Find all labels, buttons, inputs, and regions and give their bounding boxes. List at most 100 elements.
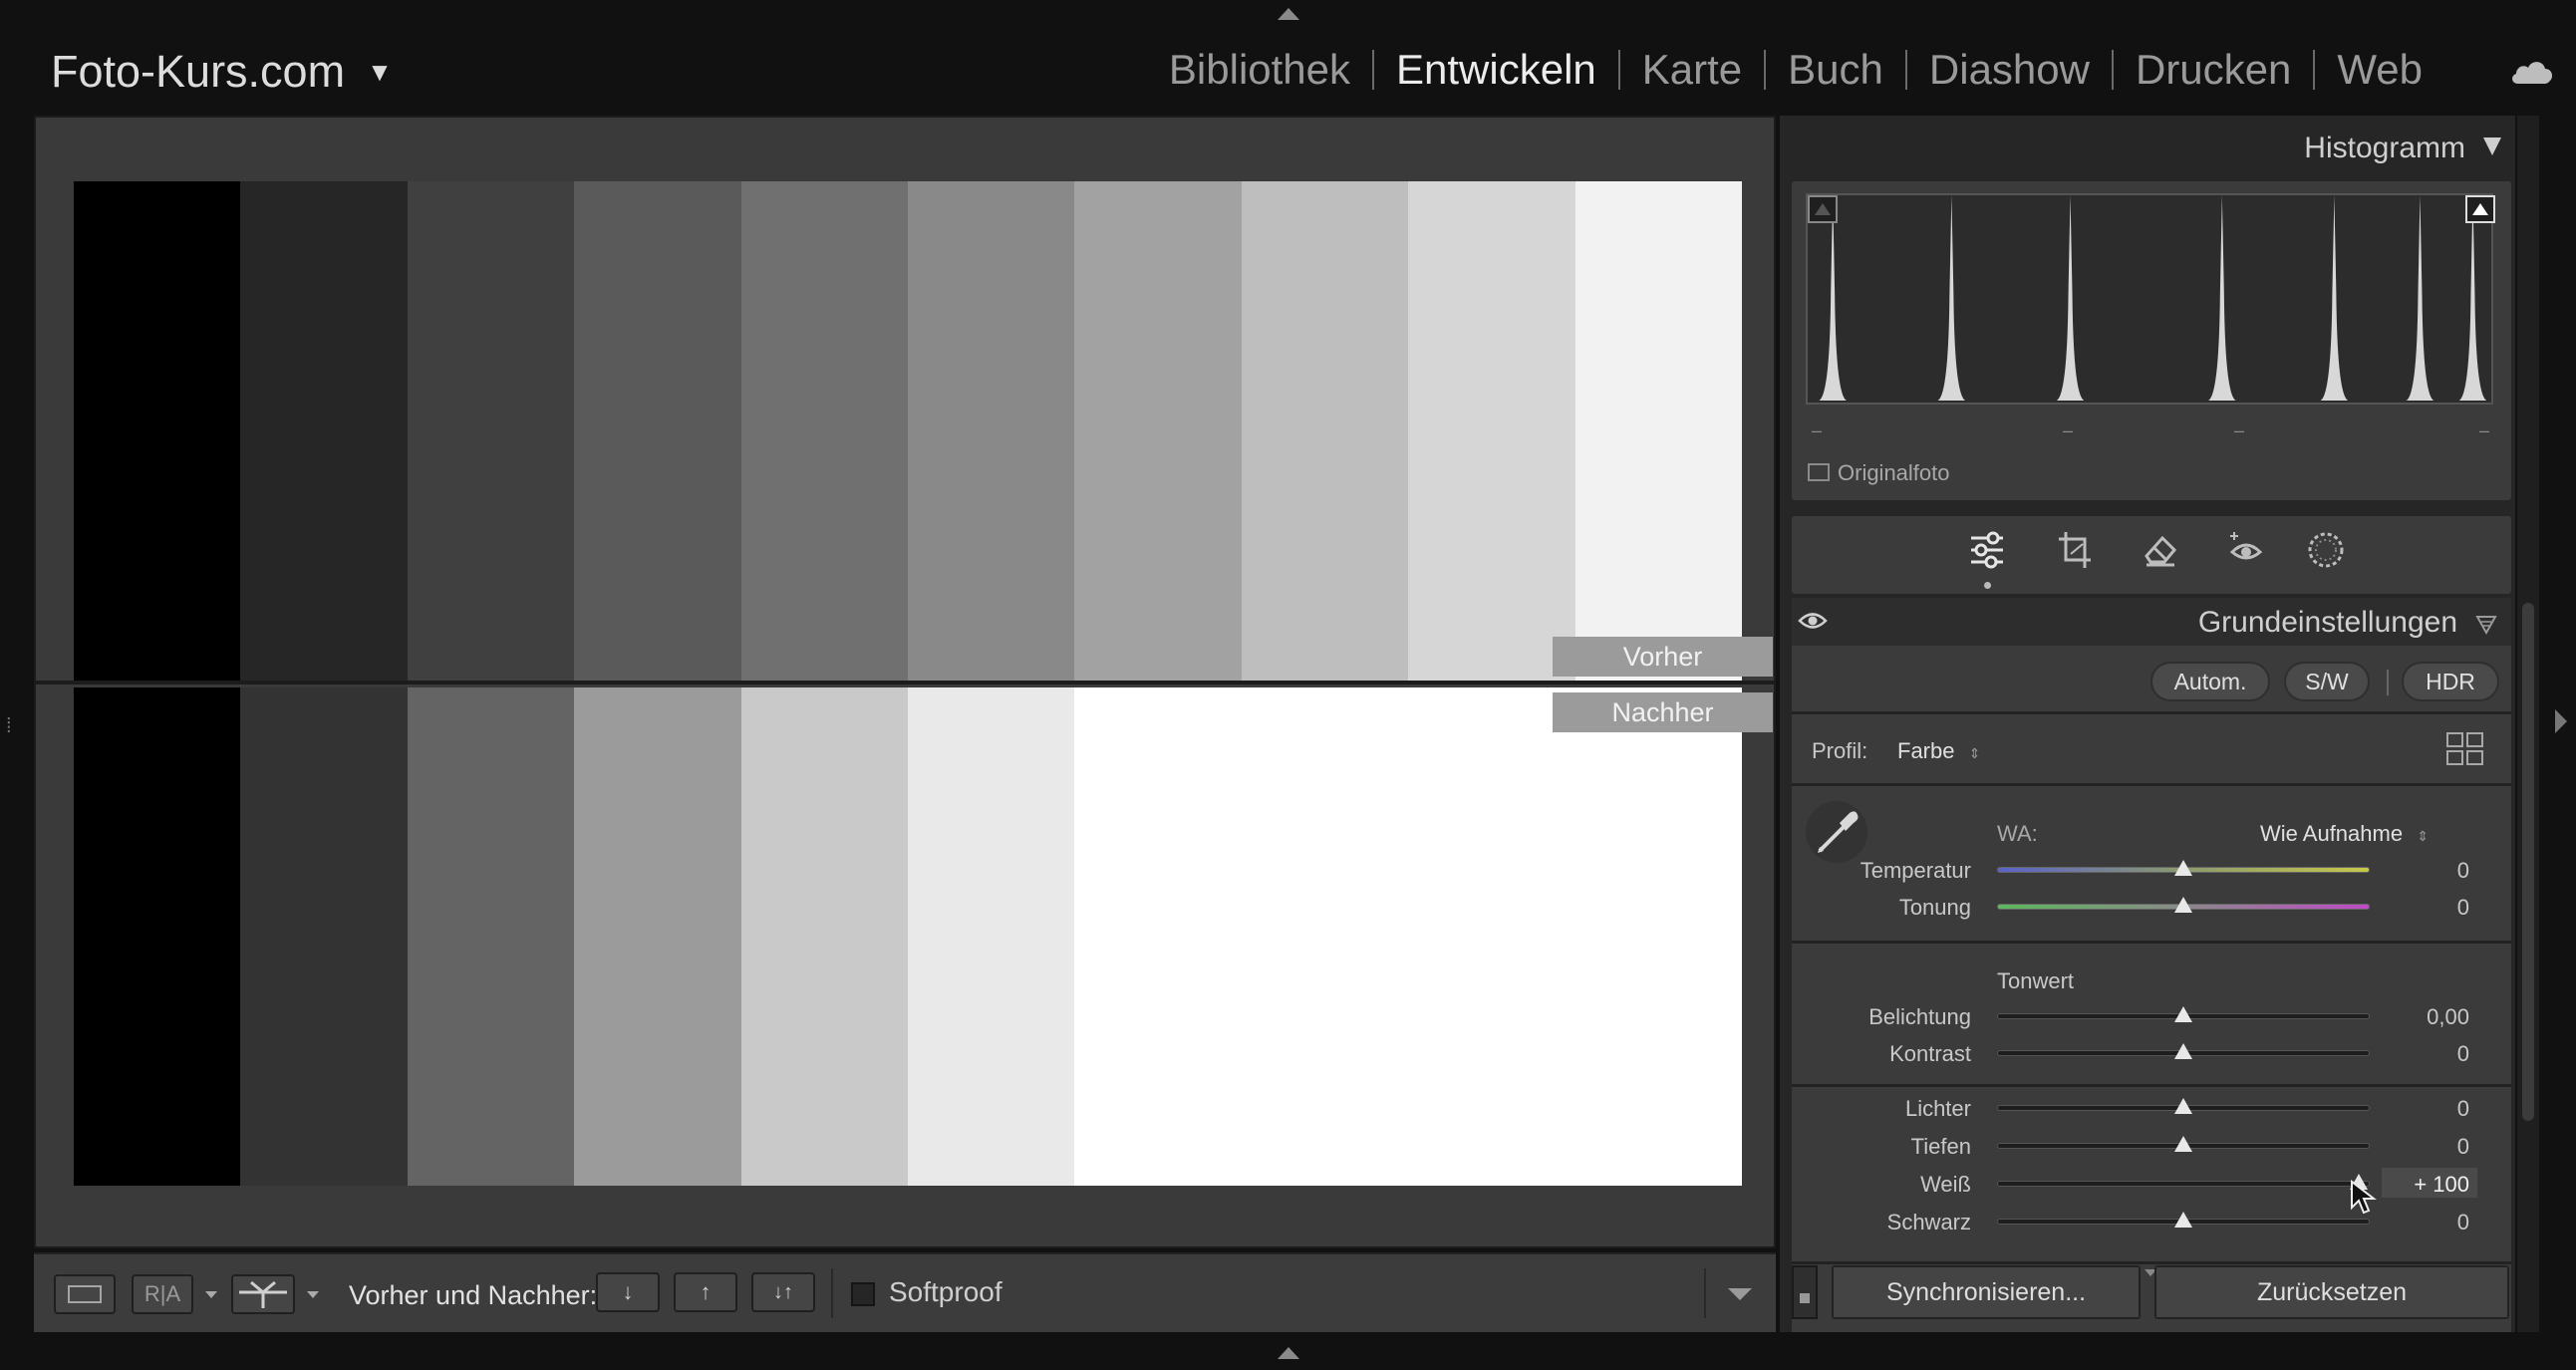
before-after-divider (36, 681, 1776, 685)
split-dropdown-icon[interactable] (307, 1291, 319, 1298)
shadow-clipping-indicator[interactable] (1808, 195, 1838, 223)
edit-sliders-icon[interactable] (1969, 530, 2005, 570)
before-swatch (1074, 181, 1242, 681)
chevron-down-icon[interactable]: ▼ (367, 57, 393, 88)
shadows-slider-thumb[interactable] (2174, 1136, 2192, 1152)
updown-icon: ⇕ (1968, 745, 1981, 761)
module-karte[interactable]: Karte (1620, 46, 1764, 94)
red-eye-icon[interactable] (2226, 528, 2266, 568)
section-separator (1792, 711, 2511, 714)
panel-scrollbar-thumb[interactable] (2522, 603, 2534, 1121)
top-bottom-view-button[interactable] (231, 1274, 295, 1314)
exposure-slider-thumb[interactable] (2174, 1006, 2192, 1022)
highlights-value[interactable]: 0 (2350, 1096, 2469, 1122)
crop-icon[interactable] (2057, 530, 2093, 570)
module-bibliothek[interactable]: Bibliothek (1147, 46, 1372, 94)
blacks-label: Schwarz (1886, 1210, 1971, 1234)
whites-label: Weiß (1920, 1172, 1971, 1197)
module-web[interactable]: Web (2315, 46, 2444, 94)
histogram-collapse-icon[interactable] (2483, 137, 2501, 155)
top-panel-toggle-icon[interactable] (1278, 8, 1299, 20)
module-entwickeln[interactable]: Entwickeln (1374, 46, 1618, 94)
shadows-value[interactable]: 0 (2350, 1134, 2469, 1160)
after-image (74, 687, 1742, 1186)
before-swatch (74, 181, 241, 681)
blacks-slider-thumb[interactable] (2174, 1212, 2192, 1228)
profile-select[interactable]: Farbe ⇕ (1897, 738, 1980, 764)
copy-before-to-after-button[interactable]: ↓ (596, 1272, 660, 1312)
catalog-name: Foto-Kurs.com (51, 46, 346, 97)
cloud-icon[interactable] (2510, 58, 2554, 84)
before-swatch (907, 181, 1075, 681)
after-swatch (407, 687, 575, 1186)
right-panel-toggle-icon[interactable] (2555, 709, 2567, 733)
contrast-slider-thumb[interactable] (2174, 1043, 2192, 1059)
histogram-peak (2207, 195, 2236, 402)
before-after-label: Vorher und Nachher: (349, 1280, 598, 1310)
before-swatch (574, 181, 741, 681)
eraser-icon[interactable] (2143, 532, 2178, 568)
readout-value: – (2063, 420, 2074, 440)
wb-picker-button[interactable] (1806, 801, 1867, 863)
eyedropper-icon (1818, 811, 1859, 853)
section-separator (1792, 783, 2511, 786)
module-buch[interactable]: Buch (1766, 46, 1905, 94)
image-view[interactable]: Vorher Nachher (34, 116, 1776, 1248)
temperature-label: Temperatur (1860, 858, 1971, 883)
module-diashow[interactable]: Diashow (1907, 46, 2112, 94)
masking-icon[interactable] (2306, 530, 2346, 570)
swap-icon: ↓↑ (773, 1280, 793, 1303)
hdr-button[interactable]: HDR (2402, 662, 2499, 701)
wb-select[interactable]: Wie Aufnahme ⇕ (2260, 821, 2429, 847)
softproof-checkbox[interactable] (851, 1282, 875, 1306)
auto-sync-switch[interactable] (1792, 1265, 1818, 1319)
wb-label: WA: (1997, 821, 2038, 846)
catalog-identity[interactable]: Foto-Kurs.com ▼ (51, 46, 393, 98)
before-after-view-button[interactable]: R|A (132, 1274, 193, 1314)
tone-heading: Tonwert (1997, 968, 2075, 993)
loupe-view-button[interactable] (54, 1274, 116, 1314)
copy-after-to-before-button[interactable]: ↑ (674, 1272, 737, 1312)
whites-slider[interactable] (1997, 1181, 2370, 1187)
section-separator (1792, 1084, 2511, 1087)
shadow-clip-icon (1815, 203, 1831, 215)
tint-value[interactable]: 0 (2350, 895, 2469, 921)
visibility-eye-icon[interactable] (1798, 610, 1828, 632)
toolbar-menu-chevron-icon[interactable] (1728, 1288, 1752, 1300)
swap-before-after-button[interactable]: ↓↑ (751, 1272, 815, 1312)
auto-button[interactable]: Autom. (2150, 662, 2270, 701)
original-photo-label: Originalfoto (1838, 460, 1950, 485)
sync-button[interactable]: Synchronisieren... (1832, 1265, 2141, 1319)
after-swatch (1241, 687, 1409, 1186)
before-swatch (1241, 181, 1409, 681)
histogram-peak (1937, 195, 1966, 402)
left-panel-toggle-icon[interactable]: ⁞ (6, 715, 12, 738)
softproof-label: Softproof (889, 1276, 1002, 1307)
exposure-value[interactable]: 0,00 (2350, 1004, 2469, 1030)
module-drucken[interactable]: Drucken (2114, 46, 2313, 94)
before-label: Vorher (1553, 637, 1773, 677)
histogram-title[interactable]: Histogramm (2304, 132, 2465, 165)
tint-slider-thumb[interactable] (2174, 897, 2192, 913)
shadows-label: Tiefen (1910, 1134, 1971, 1159)
after-swatch (240, 687, 408, 1186)
after-swatch (740, 687, 908, 1186)
temperature-slider-thumb[interactable] (2174, 860, 2192, 876)
bottom-panel-toggle-icon[interactable] (1278, 1347, 1299, 1359)
view-mode-dropdown-icon[interactable] (205, 1291, 217, 1298)
profile-browser-grid-icon[interactable] (2445, 731, 2485, 767)
histogram-peak (2056, 195, 2085, 402)
highlight-clipping-indicator[interactable] (2465, 195, 2495, 223)
histogram-graph[interactable] (1806, 193, 2493, 405)
bw-button[interactable]: S/W (2284, 662, 2370, 701)
blacks-value[interactable]: 0 (2350, 1210, 2469, 1235)
highlights-slider-thumb[interactable] (2174, 1098, 2192, 1114)
reset-button[interactable]: Zurücksetzen (2154, 1265, 2509, 1319)
readout-value: – (2234, 420, 2245, 440)
contrast-value[interactable]: 0 (2350, 1041, 2469, 1067)
original-photo-checkbox[interactable] (1808, 463, 1830, 481)
updown-icon: ⇕ (2417, 828, 2429, 844)
before-swatch (1574, 181, 1742, 681)
panel-menu-icon[interactable] (2475, 614, 2497, 636)
temperature-value[interactable]: 0 (2350, 858, 2469, 884)
